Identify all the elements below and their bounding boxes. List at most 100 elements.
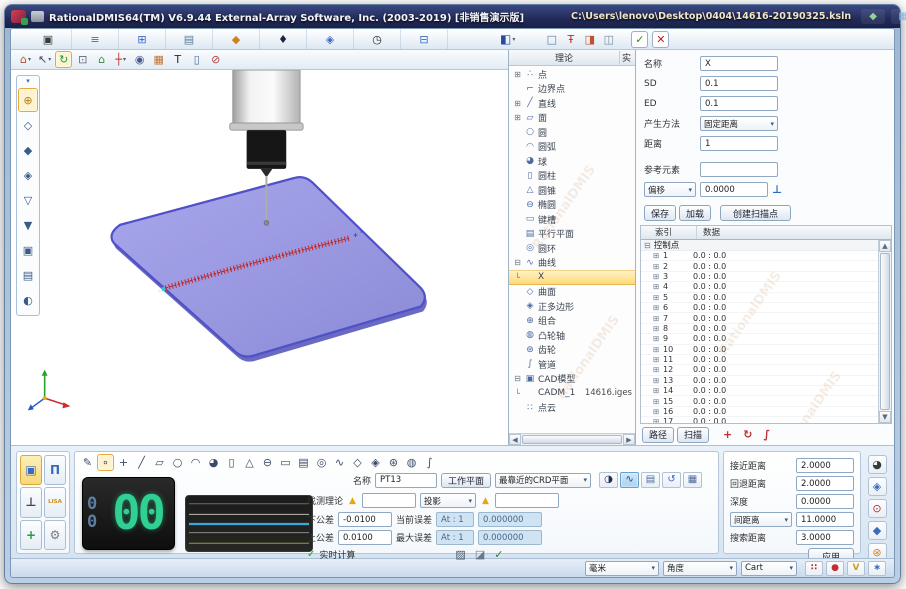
confirm-icon[interactable]: ✓: [631, 31, 648, 48]
theory-input[interactable]: [362, 493, 416, 508]
model-display-icon[interactable]: ◧▾: [498, 31, 517, 48]
point-icon[interactable]: ∘: [97, 454, 114, 471]
table-row[interactable]: ⊞ 7 0.0 : 0.0: [641, 313, 891, 323]
expand-icon[interactable]: ⊞: [653, 417, 663, 423]
probe-y-icon[interactable]: ◆: [18, 138, 38, 162]
tree-item[interactable]: ⊟ ∿ 曲线: [509, 256, 635, 271]
tree-item[interactable]: ⊞ ╱ 直线: [509, 96, 635, 111]
feature-name-input[interactable]: PT13: [375, 473, 437, 488]
table-row[interactable]: ⊞ 4 0.0 : 0.0: [641, 282, 891, 292]
menu-icon[interactable]: [31, 11, 44, 22]
axes-button[interactable]: +: [20, 520, 42, 550]
lower-tolerance-input[interactable]: -0.0100: [338, 512, 392, 527]
workplane-button[interactable]: 工作平面: [441, 473, 491, 488]
home-view-icon[interactable]: ⌂▾: [17, 51, 34, 68]
text-label-icon[interactable]: T▾: [169, 51, 186, 68]
scroll-thumb[interactable]: [880, 253, 890, 410]
curve-adjust-icon[interactable]: ∫: [763, 428, 770, 441]
select-cursor-icon[interactable]: ↖▾: [36, 51, 53, 68]
tree-item[interactable]: ▯ 圆柱: [509, 169, 635, 184]
table-row[interactable]: ⊞ 3 0.0 : 0.0: [641, 272, 891, 282]
create-scan-points-button[interactable]: 创建扫描点: [720, 205, 791, 221]
machine-tools-button[interactable]: ⚙: [44, 520, 66, 550]
cylinder-display-icon[interactable]: ▯▾: [188, 51, 205, 68]
graph-mode-icon[interactable]: ∿: [620, 472, 639, 488]
lisa-button[interactable]: LISA: [44, 487, 66, 517]
load-button[interactable]: 加载: [679, 205, 711, 221]
tree-item[interactable]: ◇ 曲面: [509, 285, 635, 300]
approach-input[interactable]: 2.0000: [796, 458, 854, 473]
grid-tab[interactable]: ⊞: [119, 29, 166, 49]
perpendicular-icon[interactable]: ⊥: [772, 183, 782, 196]
tree-item[interactable]: ⊞ ▱ 面: [509, 111, 635, 126]
scroll-right-arrow[interactable]: ▶: [623, 434, 635, 445]
distance-input[interactable]: 1: [700, 136, 778, 151]
construct-icon[interactable]: +: [115, 454, 132, 471]
probe-z-icon[interactable]: ◈: [18, 163, 38, 187]
ed-input[interactable]: 0.1: [700, 96, 778, 111]
cube-outline-icon[interactable]: □: [543, 31, 560, 48]
probe-cube-icon[interactable]: ▽: [18, 188, 38, 212]
machine-view-icon[interactable]: ▣: [18, 238, 38, 262]
tree-item[interactable]: ◈ 正多边形: [509, 299, 635, 314]
table-row[interactable]: ⊞ 12 0.0 : 0.0: [641, 365, 891, 375]
table-row[interactable]: ⊞ 17 0.0 : 0.0: [641, 417, 891, 423]
table-row[interactable]: ⊞ 11 0.0 : 0.0: [641, 355, 891, 365]
scroll-thumb[interactable]: [522, 435, 622, 444]
tree-col-theory[interactable]: 理论: [509, 51, 619, 64]
tools-dice-icon[interactable]: ∗: [868, 561, 886, 576]
cad-plate[interactable]: [112, 177, 425, 356]
alarm-icon[interactable]: ●: [826, 561, 844, 576]
tree-item[interactable]: ▤ 平行平面: [509, 227, 635, 242]
tree-item[interactable]: ◠ 圆弧: [509, 140, 635, 155]
control-points-group-row[interactable]: ⊟ 控制点: [641, 240, 891, 251]
axes-icon[interactable]: ┼▾: [112, 51, 129, 68]
table-row[interactable]: ⊞ 5 0.0 : 0.0: [641, 293, 891, 303]
tree-item[interactable]: ◕ 球: [509, 154, 635, 169]
machine-model-button[interactable]: ▣: [20, 455, 42, 485]
app-icon[interactable]: [11, 10, 26, 23]
table-mode-icon[interactable]: ▦: [683, 472, 702, 488]
tree-col-actual[interactable]: 实: [619, 51, 635, 64]
table-vscrollbar[interactable]: ▲ ▼: [878, 240, 891, 423]
probe-tool-icon[interactable]: Ŧ: [562, 31, 579, 48]
tree-item[interactable]: └ X: [509, 270, 635, 285]
expand-icon[interactable]: ⊞: [653, 345, 663, 354]
expand-icon[interactable]: ⊞: [653, 386, 663, 395]
tree-hscrollbar[interactable]: ◀ ▶: [509, 433, 635, 445]
projection-select[interactable]: 投影: [420, 493, 476, 508]
red-cube-icon[interactable]: ◨: [581, 31, 598, 48]
tree-item[interactable]: ∷ 点云: [509, 401, 635, 416]
flag-icon[interactable]: V: [847, 561, 865, 576]
probe-clean-icon[interactable]: ◪: [475, 548, 485, 561]
angle-select[interactable]: 角度: [663, 561, 737, 576]
measure-mode-icon[interactable]: ◑: [599, 472, 618, 488]
probe-button[interactable]: ⊥: [20, 487, 42, 517]
reference-input[interactable]: [700, 162, 778, 177]
slot-icon[interactable]: ▭: [277, 454, 294, 471]
tree-item[interactable]: △ 圆锥: [509, 183, 635, 198]
tree-item[interactable]: └ CADM_1 14616.iges: [509, 386, 635, 401]
table-row[interactable]: ⊞ 2 0.0 : 0.0: [641, 261, 891, 271]
list-mode-icon[interactable]: ▤: [641, 472, 660, 488]
scan-button[interactable]: 扫描: [677, 427, 709, 443]
cone-icon[interactable]: △: [241, 454, 258, 471]
expand-icon[interactable]: ⊞: [653, 282, 663, 291]
table-row[interactable]: ⊞ 10 0.0 : 0.0: [641, 345, 891, 355]
calibrate-sphere-icon[interactable]: ◕: [868, 455, 887, 474]
tree-item[interactable]: ⌐ 边界点: [509, 82, 635, 97]
line-icon[interactable]: ╱: [133, 454, 150, 471]
crd-plane-select[interactable]: 最靠近的CRD平面: [495, 473, 591, 488]
expand-icon[interactable]: ⊞: [653, 407, 663, 416]
stylus-icon[interactable]: ◆: [868, 521, 887, 540]
collapse-icon[interactable]: ⊟: [644, 241, 651, 250]
refresh-view-icon[interactable]: ↻▾: [55, 51, 72, 68]
monitor-tab[interactable]: ⊟: [401, 29, 448, 49]
zoom-region-icon[interactable]: ⊡▾: [74, 51, 91, 68]
expand-icon[interactable]: ⊞: [653, 365, 663, 374]
remote-support-icon[interactable]: ◆: [861, 9, 885, 24]
offset-select[interactable]: 偏移: [644, 182, 696, 197]
clock-tab[interactable]: ◷: [354, 29, 401, 49]
probe-pose-icon[interactable]: ⊕: [18, 88, 38, 112]
table-row[interactable]: ⊞ 6 0.0 : 0.0: [641, 303, 891, 313]
